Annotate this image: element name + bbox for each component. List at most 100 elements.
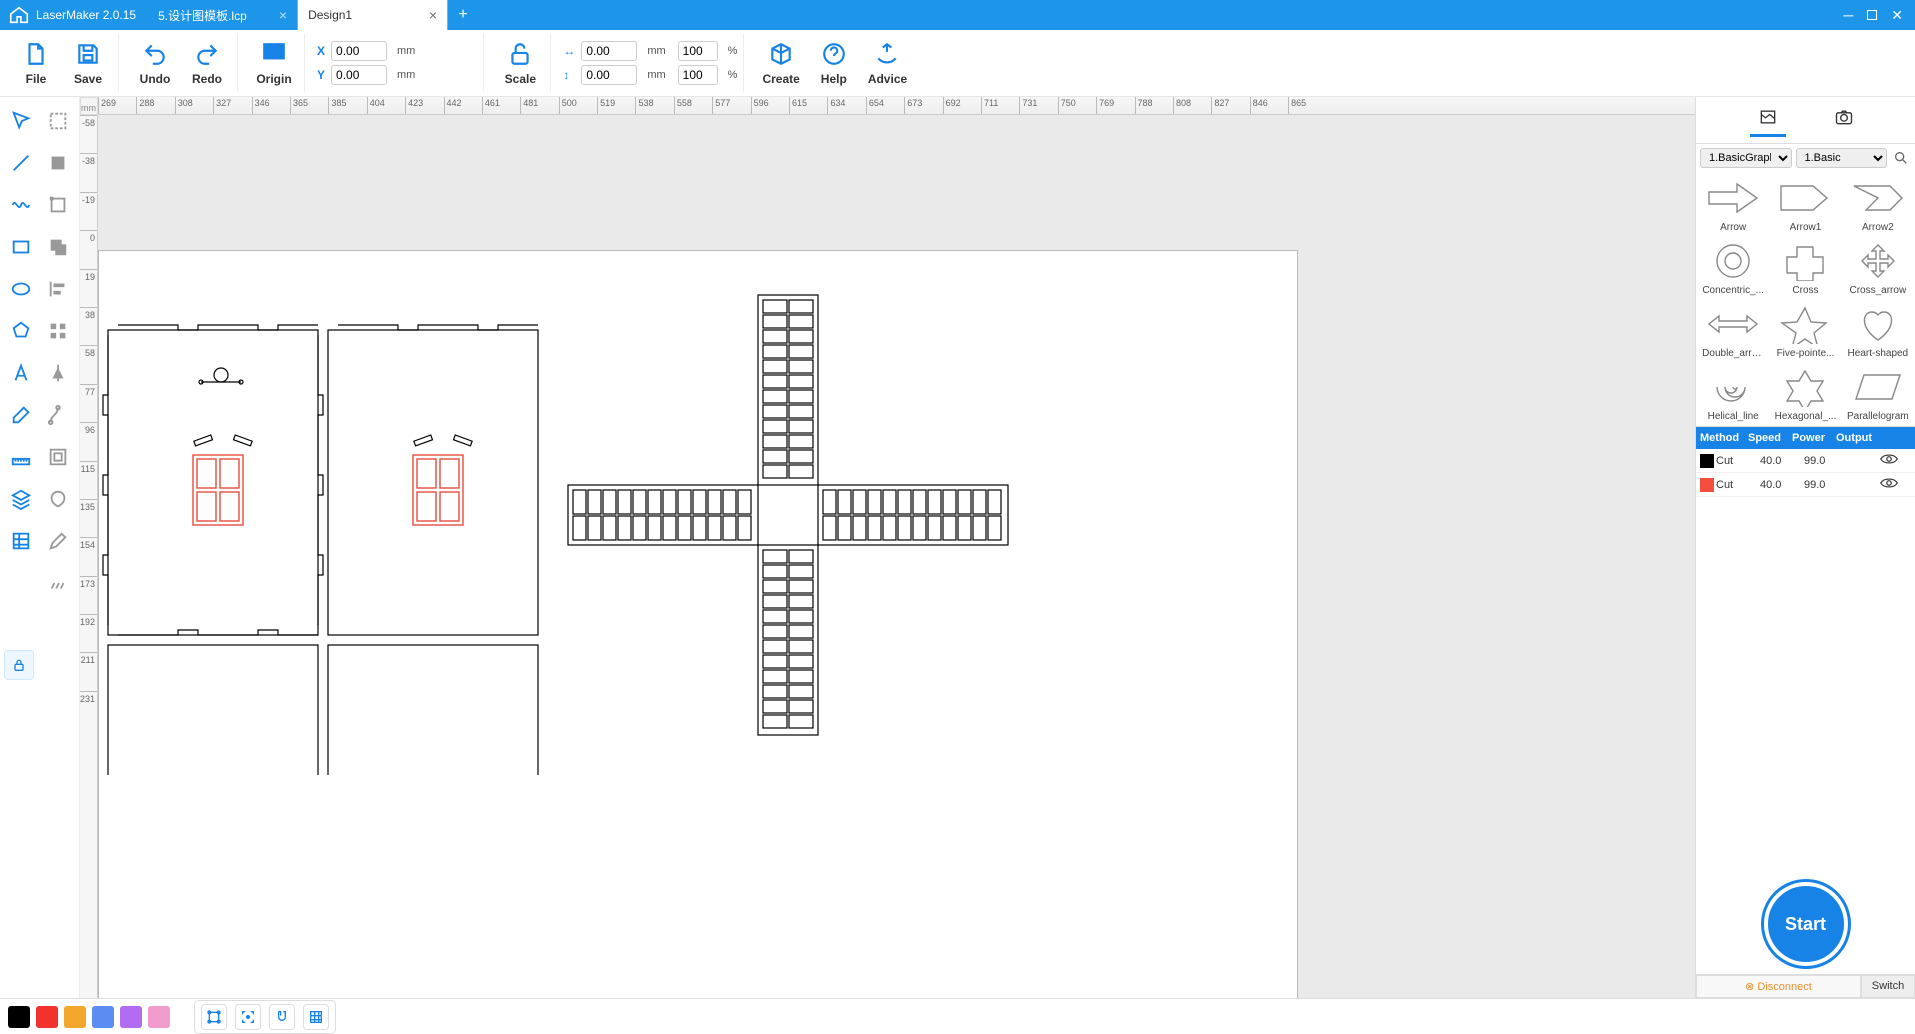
create-label: Create [762,72,799,86]
mask-tool[interactable] [41,101,76,141]
polygon-tool[interactable] [4,311,39,351]
table-tool[interactable] [4,521,39,561]
text-tool[interactable] [4,353,39,393]
color-swatch[interactable] [148,1006,170,1028]
magnet-tool[interactable] [269,1004,295,1030]
tab-close-icon[interactable]: × [269,7,287,23]
ruler-tick: 615 [789,97,827,115]
eraser-tool[interactable] [4,395,39,435]
origin-button[interactable]: Origin [250,36,298,90]
layer-row[interactable]: Cut40.099.0 [1696,473,1915,497]
window-close-icon[interactable]: ✕ [1891,7,1903,24]
category-select[interactable]: 1.BasicGraph [1700,148,1792,168]
shape-cross_arrow[interactable]: Cross_arrow [1843,237,1913,298]
shape-heart[interactable]: Heart-shaped [1843,300,1913,361]
union-tool[interactable] [41,227,76,267]
bezier-edit-tool[interactable] [41,395,76,435]
shape-arrow1[interactable]: Arrow1 [1770,174,1840,235]
color-swatch[interactable] [8,1006,30,1028]
scale-button[interactable]: Scale [496,36,544,90]
shape-concentric[interactable]: Concentric_... [1698,237,1768,298]
shape-label: Concentric_... [1702,285,1764,296]
shape-arrow[interactable]: Arrow [1698,174,1768,235]
advice-button[interactable]: Advice [862,36,913,90]
camera-tab[interactable] [1826,103,1862,137]
grid-toggle-tool[interactable] [303,1004,329,1030]
subcategory-select[interactable]: 1.Basic [1796,148,1888,168]
file-tab-inactive[interactable]: 5.设计图模板.lcp × [148,0,298,30]
shape-label: Arrow [1720,222,1746,233]
layers-panel: Method Speed Power Output Cut40.099.0Cut… [1696,427,1915,998]
select-tool[interactable] [4,101,39,141]
redo-button[interactable]: Redo [183,36,231,90]
lock-button[interactable] [4,650,34,680]
shape-double_arrow[interactable]: Double_arrow [1698,300,1768,361]
arrow1-icon [1775,176,1835,220]
bounding-box-tool[interactable] [201,1004,227,1030]
mirror-tool[interactable] [41,353,76,393]
height-pct-input[interactable] [678,65,718,85]
color-swatch[interactable] [36,1006,58,1028]
unit-label: mm [647,69,665,81]
create-button[interactable]: Create [756,36,805,90]
file-tab-active[interactable]: Design1 × [298,0,448,30]
width-pct-input[interactable] [678,41,718,61]
advice-icon [874,40,900,68]
search-icon[interactable] [1891,148,1911,168]
undo-button[interactable]: Undo [131,36,179,90]
ruler-tick: 596 [751,97,789,115]
switch-button[interactable]: Switch [1861,975,1915,998]
scan-tool[interactable] [235,1004,261,1030]
disconnect-button[interactable]: ⊗ Disconnect [1696,975,1861,998]
window-minimize-icon[interactable]: ─ [1843,7,1853,23]
shape-star5[interactable]: Five-pointe... [1770,300,1840,361]
curve-tool[interactable] [4,185,39,225]
layer-color-swatch [1700,478,1714,492]
shape-spiral[interactable]: Helical_line [1698,363,1768,424]
color-swatch[interactable] [64,1006,86,1028]
ellipse-tool[interactable] [4,269,39,309]
tab-add-button[interactable]: + [448,6,478,24]
line-tool[interactable] [4,143,39,183]
help-button[interactable]: Help [810,36,858,90]
star6-icon [1775,365,1835,409]
pen-path-tool[interactable] [41,521,76,561]
shape-cross[interactable]: Cross [1770,237,1840,298]
ruler-tick: 192 [80,614,97,652]
file-button[interactable]: File [12,36,60,90]
layer-color-swatch [1700,454,1714,468]
shape-star6[interactable]: Hexagonal_... [1770,363,1840,424]
layers-tool[interactable] [4,479,39,519]
right-panel: 1.BasicGraph 1.Basic Arrow Arrow1Arrow2 Co… [1695,97,1915,998]
outline-tool[interactable] [41,479,76,519]
color-swatch[interactable] [120,1006,142,1028]
design-canvas[interactable] [98,115,1695,998]
x-input[interactable] [331,41,387,61]
shape-arrow2[interactable]: Arrow2 [1843,174,1913,235]
fill-tool[interactable] [41,143,76,183]
shape-parallelogram[interactable]: Parallelogram [1843,363,1913,424]
transform-tool[interactable] [41,185,76,225]
stitch-tool[interactable] [41,563,76,603]
height-input[interactable] [581,65,637,85]
save-button[interactable]: Save [64,36,112,90]
arrow2-icon [1848,176,1908,220]
width-input[interactable] [581,41,637,61]
layer-speed: 40.0 [1760,455,1804,467]
y-input[interactable] [331,65,387,85]
library-tab[interactable] [1750,103,1786,137]
start-button[interactable]: Start [1764,882,1848,966]
ruler-tick: -38 [80,153,97,191]
array-tool[interactable] [41,311,76,351]
window-maximize-icon[interactable] [1867,7,1877,23]
layer-row[interactable]: Cut40.099.0 [1696,449,1915,473]
visibility-eye-icon[interactable] [1880,453,1904,468]
visibility-eye-icon[interactable] [1880,477,1904,492]
tab-close-icon[interactable]: × [419,7,437,23]
align-tool[interactable] [41,269,76,309]
color-swatch[interactable] [92,1006,114,1028]
rect-tool[interactable] [4,227,39,267]
home-icon[interactable] [8,4,30,26]
ruler-tool[interactable] [4,437,39,477]
inset-tool[interactable] [41,437,76,477]
